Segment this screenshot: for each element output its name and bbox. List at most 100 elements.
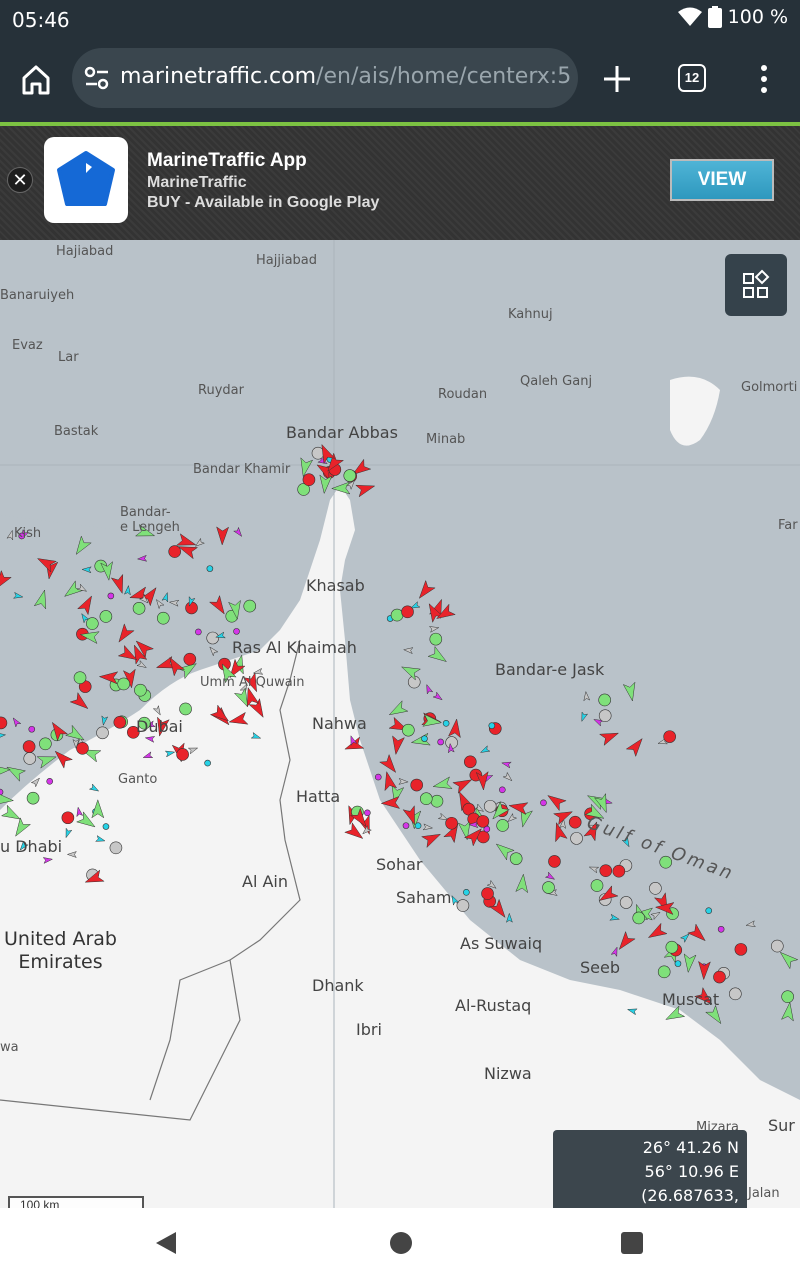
vessel-marker[interactable] [118, 623, 135, 643]
back-icon[interactable] [152, 1230, 178, 1256]
vessel-marker[interactable] [6, 766, 27, 782]
vessel-marker[interactable] [422, 823, 434, 831]
map-canvas[interactable] [0, 240, 800, 1208]
vessel-marker[interactable] [402, 723, 415, 737]
vessel-marker[interactable] [428, 626, 440, 633]
vessel-marker[interactable] [69, 691, 89, 710]
vessel-marker[interactable] [481, 887, 494, 900]
vessel-marker[interactable] [649, 882, 662, 895]
vessel-marker[interactable] [429, 632, 443, 646]
vessel-marker[interactable] [547, 795, 567, 812]
vessel-marker[interactable] [134, 683, 147, 697]
vessel-marker[interactable] [33, 589, 47, 610]
vessel-marker[interactable] [136, 659, 147, 669]
vessel-marker[interactable] [483, 799, 497, 813]
vessel-marker[interactable] [657, 965, 671, 979]
vessel-marker[interactable] [81, 566, 92, 574]
vessel-marker[interactable] [463, 888, 470, 896]
vessel-marker[interactable] [402, 805, 415, 826]
vessel-marker[interactable] [544, 871, 556, 880]
vessel-marker[interactable] [650, 911, 661, 921]
vessel-marker[interactable] [717, 925, 725, 933]
new-tab-icon[interactable] [600, 62, 634, 96]
vessel-marker[interactable] [679, 933, 690, 944]
vessel-marker[interactable] [96, 726, 109, 740]
vessel-marker[interactable] [39, 737, 52, 751]
vessel-marker[interactable] [665, 940, 679, 954]
vessel-marker[interactable] [398, 777, 409, 785]
vessel-marker[interactable] [169, 656, 186, 677]
home-nav-icon[interactable] [389, 1230, 413, 1256]
vessel-marker[interactable] [355, 484, 376, 498]
vessel-marker[interactable] [402, 647, 414, 655]
vessel-marker[interactable] [463, 755, 477, 769]
vessel-marker[interactable] [123, 584, 131, 596]
vessel-marker[interactable] [479, 745, 491, 753]
vessel-marker[interactable] [515, 873, 529, 894]
vessel-marker[interactable] [442, 720, 450, 727]
more-options-icon[interactable] [752, 62, 776, 96]
vessel-marker[interactable] [499, 786, 506, 794]
vessel-marker[interactable] [509, 852, 523, 865]
vessel-marker[interactable] [177, 546, 199, 560]
vessel-marker[interactable] [101, 715, 109, 726]
vessel-marker[interactable] [0, 716, 8, 730]
vessel-marker[interactable] [384, 770, 398, 792]
map-view[interactable]: Hajiabad Hajjiabad Banaruiyeh Kahnuj Evaz Lar… [0, 240, 800, 1208]
vessel-marker[interactable] [28, 725, 36, 733]
vessel-marker[interactable] [713, 970, 726, 984]
vessel-marker[interactable] [540, 799, 547, 807]
vessel-marker[interactable] [194, 537, 206, 547]
vessel-marker[interactable] [343, 469, 357, 482]
vessel-marker[interactable] [418, 579, 436, 599]
vessel-marker[interactable] [409, 601, 421, 609]
vessel-marker[interactable] [507, 812, 518, 823]
vessel-marker[interactable] [76, 595, 92, 616]
vessel-marker[interactable] [568, 815, 582, 829]
vessel-marker[interactable] [132, 602, 146, 615]
vessel-marker[interactable] [508, 802, 529, 816]
vessel-marker[interactable] [64, 724, 85, 741]
vessel-marker[interactable] [216, 526, 230, 546]
vessel-marker[interactable] [319, 474, 333, 495]
vessel-marker[interactable] [502, 771, 513, 782]
vessel-marker[interactable] [185, 601, 198, 615]
vessel-marker[interactable] [505, 912, 513, 923]
vessel-marker[interactable] [619, 896, 633, 909]
vessel-marker[interactable] [401, 605, 414, 619]
vessel-marker[interactable] [161, 591, 169, 603]
tab-switcher-button[interactable]: 12 [678, 64, 706, 92]
vessel-marker[interactable] [618, 930, 636, 951]
vessel-marker[interactable] [109, 841, 123, 855]
vessel-marker[interactable] [195, 628, 202, 636]
vessel-marker[interactable] [155, 598, 165, 610]
vessel-marker[interactable] [388, 700, 409, 716]
vessel-marker[interactable] [209, 646, 219, 657]
vessel-marker[interactable] [73, 671, 87, 684]
vessel-marker[interactable] [208, 594, 225, 615]
vessel-marker[interactable] [687, 923, 706, 942]
address-bar[interactable]: marinetraffic.com/en/ais/home/centerx:5 [72, 48, 578, 108]
vessel-marker[interactable] [113, 715, 127, 729]
vessel-marker[interactable] [402, 822, 410, 829]
vessel-marker[interactable] [683, 953, 697, 974]
vessel-marker[interactable] [781, 990, 794, 1003]
vessel-marker[interactable] [421, 735, 428, 742]
vessel-marker[interactable] [76, 741, 89, 755]
vessel-marker[interactable] [647, 922, 668, 938]
vessel-marker[interactable] [183, 652, 197, 666]
vessel-marker[interactable] [86, 617, 99, 630]
vessel-marker[interactable] [612, 864, 626, 878]
vessel-marker[interactable] [243, 599, 257, 613]
vessel-marker[interactable] [374, 773, 382, 781]
vessel-marker[interactable] [599, 864, 613, 877]
vessel-marker[interactable] [496, 819, 509, 832]
vessel-marker[interactable] [447, 718, 461, 739]
vessel-marker[interactable] [206, 631, 220, 645]
vessel-marker[interactable] [632, 911, 646, 925]
vessel-marker[interactable] [548, 855, 561, 868]
vessel-marker[interactable] [486, 879, 497, 889]
vessel-marker[interactable] [302, 473, 316, 487]
vessel-marker[interactable] [176, 748, 189, 761]
vessel-marker[interactable] [175, 533, 197, 546]
